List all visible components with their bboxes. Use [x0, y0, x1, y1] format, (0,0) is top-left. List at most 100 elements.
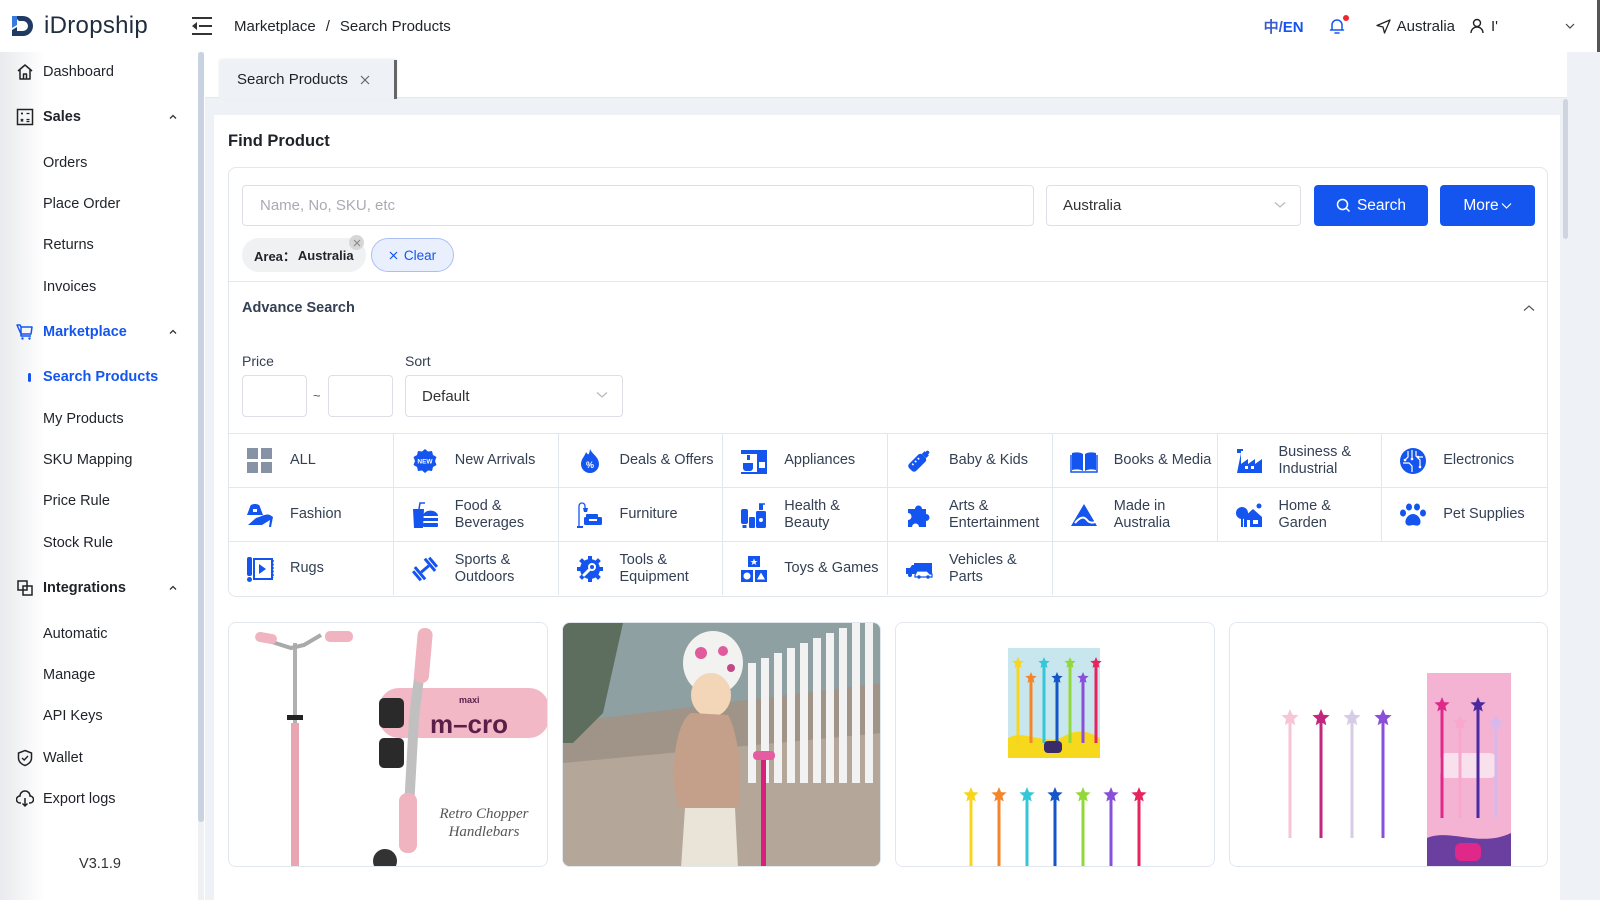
sidebar-item-automatic[interactable]: Automatic — [0, 614, 195, 654]
sidebar-item-search-products[interactable]: Search Products — [0, 357, 195, 397]
category-label: Deals & Offers — [619, 452, 714, 468]
category-food-beverages[interactable]: Food & Beverages — [393, 487, 559, 541]
new-badge-icon: NEW — [413, 448, 437, 473]
category-baby-kids[interactable]: Baby & Kids — [888, 433, 1053, 487]
cloud-download-icon — [16, 790, 34, 808]
collapse-advance-search-icon[interactable] — [1523, 304, 1535, 312]
chevron-up-icon — [169, 114, 177, 119]
product-image-pink-scooter: m–cro maxi Retro Chopper Handlebars — [229, 623, 547, 866]
user-icon — [1470, 18, 1484, 34]
price-min-input[interactable] — [242, 375, 307, 417]
category-label: New Arrivals — [454, 452, 536, 468]
category-all[interactable]: ALL — [229, 433, 394, 487]
sidebar-scrollbar[interactable] — [198, 52, 204, 822]
category-label: Rugs — [290, 560, 324, 576]
chevron-down-icon[interactable] — [1565, 21, 1575, 31]
category-fashion[interactable]: Fashion — [229, 487, 394, 541]
breadcrumb-separator: / — [325, 17, 330, 35]
chevron-up-icon — [169, 585, 177, 590]
language-switch[interactable]: 中/EN — [1264, 16, 1304, 37]
category-electronics[interactable]: Electronics — [1382, 433, 1547, 487]
sidebar-item-returns[interactable]: Returns — [0, 225, 195, 265]
divider — [229, 281, 1547, 282]
collapse-arrow-icon — [192, 22, 197, 30]
category-label: Furniture — [619, 506, 678, 522]
category-vehicles-parts[interactable]: Vehicles & Parts — [888, 541, 1053, 595]
user-name: I' — [1491, 17, 1499, 35]
user-menu[interactable]: I' — [1469, 18, 1565, 35]
chevron-up-icon — [169, 329, 177, 334]
category-new-arrivals[interactable]: NEW New Arrivals — [393, 433, 559, 487]
sidebar-group-marketplace[interactable]: Marketplace — [0, 312, 195, 352]
product-card[interactable] — [561, 622, 881, 867]
sidebar-item-label: SKU Mapping — [43, 452, 133, 468]
sidebar-item-wallet[interactable]: Wallet — [0, 738, 195, 778]
category-toys-games[interactable]: Toys & Games — [723, 541, 888, 595]
category-appliances[interactable]: Appliances — [723, 433, 888, 487]
logo-icon — [12, 16, 33, 36]
sidebar-item-export-logs[interactable]: Export logs — [0, 779, 195, 819]
category-business-industrial[interactable]: Business & Industrial — [1217, 433, 1383, 487]
category-sports-outdoors[interactable]: Sports & Outdoors — [393, 541, 559, 595]
price-max-input[interactable] — [328, 375, 393, 417]
category-home-garden[interactable]: Home & Garden — [1217, 487, 1383, 541]
product-card[interactable]: m–cro maxi Retro Chopper Handlebars — [228, 622, 548, 867]
made-in-australia-icon — [1070, 503, 1097, 526]
product-card[interactable] — [895, 622, 1215, 867]
sort-select[interactable]: Default — [405, 375, 623, 417]
chip-value: Australia — [297, 247, 354, 263]
category-tools-equipment[interactable]: Tools & Equipment — [558, 541, 724, 595]
navigation-arrow-icon — [1375, 18, 1391, 34]
sidebar-item-invoices[interactable]: Invoices — [0, 267, 195, 307]
price-separator: ~ — [313, 388, 321, 403]
category-health-beauty[interactable]: Health & Beauty — [723, 487, 888, 541]
chevron-down-icon — [1501, 202, 1512, 209]
close-tab-icon[interactable] — [360, 75, 370, 85]
breadcrumb: Marketplace / Search Products — [234, 18, 451, 35]
breadcrumb-marketplace[interactable]: Marketplace — [234, 18, 316, 35]
app-logo[interactable]: iDropship — [10, 12, 180, 40]
sidebar-item-api-keys[interactable]: API Keys — [0, 696, 195, 736]
area-select[interactable]: Australia — [1046, 185, 1301, 226]
svg-text:m–cro: m–cro — [430, 709, 508, 739]
sidebar-group-sales[interactable]: Sales — [0, 97, 195, 137]
category-label: Sports & Outdoors — [454, 551, 515, 585]
sidebar-item-place-order[interactable]: Place Order — [0, 184, 195, 224]
sidebar-item-stock-rule[interactable]: Stock Rule — [0, 523, 195, 563]
more-button[interactable]: More — [1440, 185, 1535, 226]
sidebar-item-sku-mapping[interactable]: SKU Mapping — [0, 440, 195, 480]
product-card[interactable] — [1228, 622, 1548, 867]
sidebar-item-price-rule[interactable]: Price Rule — [0, 481, 195, 521]
category-made-in-australia[interactable]: Made in Australia — [1052, 487, 1218, 541]
category-rugs[interactable]: Rugs — [229, 541, 394, 595]
sidebar-item-dashboard[interactable]: Dashboard — [0, 52, 195, 92]
category-deals-offers[interactable]: % Deals & Offers — [558, 433, 724, 487]
clear-filters-button[interactable]: Clear — [371, 238, 454, 272]
collapse-menu-button[interactable] — [192, 17, 214, 35]
shield-icon — [17, 749, 33, 767]
clear-label: Clear — [403, 247, 437, 263]
find-product-title: Find Product — [228, 132, 330, 150]
notifications-button[interactable] — [1328, 15, 1349, 35]
search-button[interactable]: Search — [1314, 185, 1428, 226]
category-furniture[interactable]: Furniture — [558, 487, 724, 541]
sofa-lamp-icon — [576, 501, 602, 528]
sidebar-group-integrations[interactable]: Integrations — [0, 568, 195, 608]
category-books-media[interactable]: Books & Media — [1052, 433, 1218, 487]
svg-text:%: % — [585, 460, 593, 470]
product-search-input[interactable] — [242, 185, 1034, 226]
sidebar-item-my-products[interactable]: My Products — [0, 399, 195, 439]
location-selector[interactable]: Australia — [1375, 18, 1455, 35]
main-scrollbar[interactable] — [1563, 99, 1568, 239]
sidebar-item-orders[interactable]: Orders — [0, 143, 195, 183]
tab-search-products[interactable]: Search Products — [219, 60, 397, 99]
main-content: Search Products Find Product Australia S… — [205, 52, 1567, 900]
category-pet-supplies[interactable]: Pet Supplies — [1382, 487, 1547, 541]
category-label: Arts & Entertainment — [949, 497, 1040, 531]
close-icon — [389, 251, 398, 259]
sidebar-item-label: Search Products — [43, 369, 159, 385]
sidebar-item-manage[interactable]: Manage — [0, 655, 195, 695]
remove-filter-button[interactable] — [349, 235, 364, 250]
category-arts-entertainment[interactable]: Arts & Entertainment — [888, 487, 1053, 541]
breadcrumb-current: Search Products — [339, 17, 451, 35]
